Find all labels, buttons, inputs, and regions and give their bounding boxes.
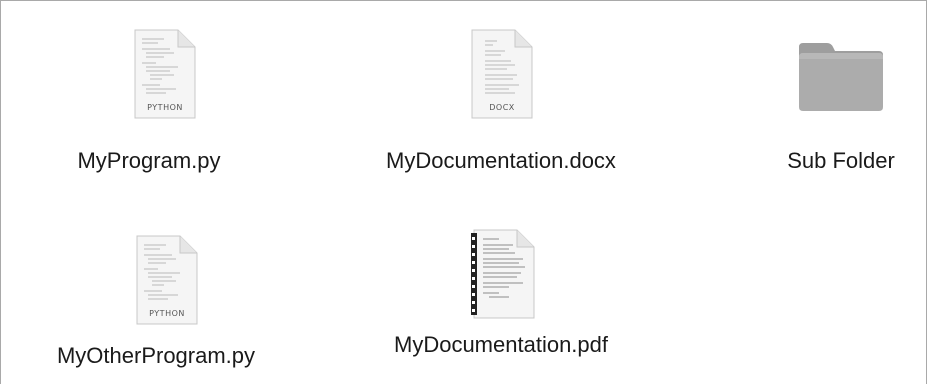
file-name-label: MyProgram.py [77, 148, 221, 173]
python-file-icon: PYTHON [134, 29, 196, 119]
file-name-label: Sub Folder [787, 148, 895, 173]
file-item-myprogram-py[interactable]: PYTHON MyProgram.py [59, 11, 239, 181]
file-item-mydocumentation-pdf[interactable]: MyDocumentation.pdf [371, 221, 631, 381]
python-file-icon: PYTHON [136, 235, 198, 325]
file-type-label: PYTHON [149, 309, 185, 318]
file-name-label: MyDocumentation.docx [386, 148, 616, 173]
folder-icon [797, 41, 885, 113]
file-type-label: DOCX [489, 103, 515, 112]
docx-file-icon: DOCX [471, 29, 533, 119]
file-item-mydocumentation-docx[interactable]: DOCX MyDocumentation.docx [356, 11, 646, 181]
file-type-label: PYTHON [147, 103, 183, 112]
file-name-label: MyDocumentation.pdf [394, 332, 608, 357]
file-item-myotherprogram-py[interactable]: PYTHON MyOtherProgram.py [41, 221, 271, 381]
finder-window: PYTHON MyProgram.py DOCX MyDocumentation… [0, 0, 927, 384]
folder-item-sub-folder[interactable]: Sub Folder [761, 11, 921, 181]
pdf-file-icon [469, 229, 535, 319]
file-name-label: MyOtherProgram.py [56, 343, 256, 368]
